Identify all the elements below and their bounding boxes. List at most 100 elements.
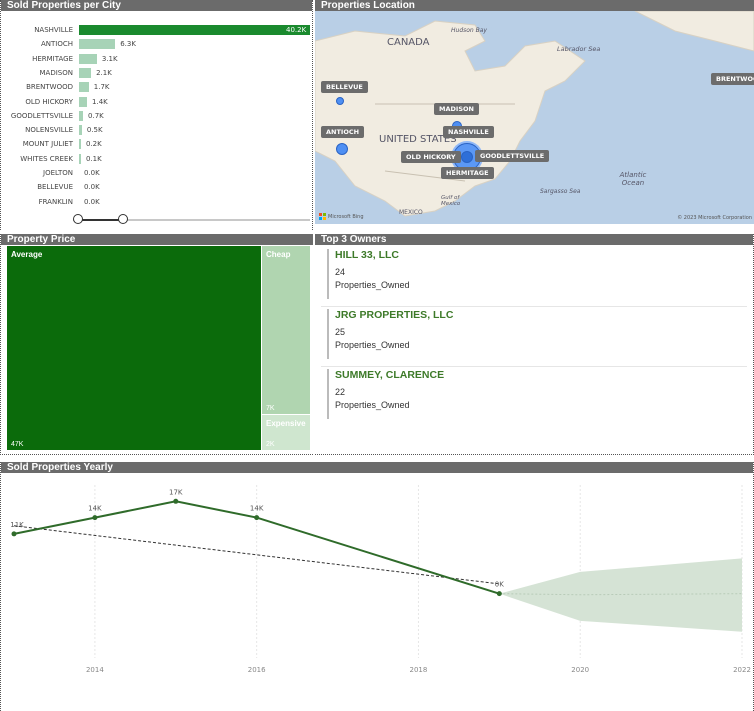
microsoft-logo-icon [319,213,326,220]
data-point [92,515,98,521]
treemap-label: Average [11,250,43,259]
bar-row[interactable]: GOODLETTSVILLE 0.7K [1,110,312,122]
owner-card-body: HILL 33, LLC 24 Properties_Owned [327,249,410,299]
treemap-value: 47K [11,441,24,448]
bar-row[interactable]: NASHVILLE 40.2K [1,24,312,36]
bar-category-label: JOELTON [43,169,73,177]
bar-category-label: BELLEVUE [37,183,73,192]
map-marker-bellevue[interactable] [336,97,344,105]
treemap-average[interactable]: Average 47K [7,246,261,450]
panel-title: Sold Properties per City [1,0,312,11]
map-label-goodlettsville[interactable]: GOODLETTSVILLE [475,150,550,162]
bar[interactable] [79,53,97,64]
forecast-band [499,558,742,632]
map-label-madison[interactable]: MADISON [434,103,479,115]
data-label: 14K [88,505,102,513]
bar-row[interactable]: BELLEVUE 0.0K [1,181,312,193]
bar-category-label: BRENTWOOD [26,83,73,92]
bar[interactable] [79,96,88,107]
bar[interactable] [79,67,92,78]
range-slider[interactable] [73,214,312,226]
bar[interactable] [79,139,81,150]
data-point [173,498,179,504]
slider-handle-max[interactable] [118,214,128,224]
owner-name: HILL 33, LLC [335,249,399,261]
bar-category-label: OLD HICKORY [25,97,73,106]
map-water-label: Gulf of Mexico [441,195,461,207]
bar-row[interactable]: HERMITAGE 3.1K [1,53,312,65]
map-label-brentwood[interactable]: BRENTWOOD [711,73,754,85]
yearly-line-chart[interactable]: 2014 2016 2018 2020 2022 11K 14K 17K 14K 0K [1,473,754,709]
owner-card[interactable]: HILL 33, LLC 24 Properties_Owned [321,247,747,307]
bar-category-label: NOLENSVILLE [25,126,73,135]
data-point [254,515,260,521]
map-label-old-hickory[interactable]: OLD HICKORY [401,151,461,163]
bar[interactable] [79,110,84,121]
bar-value-label: 3.1K [101,54,118,63]
data-point [496,591,502,597]
bar-category-label: MADISON [39,68,73,77]
data-label: 14K [250,505,264,513]
map[interactable]: CANADA UNITED STATES MEXICO Hudson Bay L… [315,11,754,224]
bar-category-label: WHITES CREEK [20,154,73,163]
owner-card-body: JRG PROPERTIES, LLC 25 Properties_Owned [327,309,453,359]
panel-title: Property Price [1,234,313,245]
owner-name: SUMMEY, CLARENCE [335,369,445,381]
bar-category-label: MOUNT JULIET [22,140,73,149]
bar-value-label: 0.0K [84,197,100,206]
yearly-panel: Sold Properties Yearly 2014 2016 2018 2020 2… [0,462,754,711]
bar-category-label: GOODLETTSVILLE [10,111,73,120]
bar-value-label: 1.7K [93,83,110,92]
bar[interactable] [79,39,116,50]
bar-row[interactable]: WHITES CREEK 0.1K [1,153,312,165]
bar-chart[interactable]: NASHVILLE 40.2K ANTIOCH 6.3K HERMITAGE 3.1K MA… [1,24,312,206]
top-owners-panel: Top 3 Owners HILL 33, LLC 24 Properties_… [315,234,754,455]
properties-location-panel: Properties Location CANADA UNITED STATES… [315,0,754,224]
owner-count: 22 [335,387,346,397]
treemap-cheap[interactable]: Cheap 7K [262,246,310,414]
treemap-expensive[interactable]: Expensive 2K [262,415,310,450]
map-label-antioch[interactable]: ANTIOCH [321,126,365,138]
bar-row[interactable]: MADISON 2.1K [1,67,312,79]
bar-row[interactable]: MOUNT JULIET 0.2K [1,138,312,150]
map-region-label: MEXICO [399,209,423,216]
bar-category-label: ANTIOCH [40,40,73,49]
owner-card[interactable]: SUMMEY, CLARENCE 22 Properties_Owned [321,367,747,427]
bar-row[interactable]: ANTIOCH 6.3K [1,38,312,50]
bar[interactable] [79,125,82,136]
data-label: 0K [495,581,504,589]
attribution-text: Microsoft Bing [328,213,364,220]
map-label-nashville[interactable]: NASHVILLE [443,126,494,138]
map-label-hermitage[interactable]: HERMITAGE [441,167,494,179]
bar-value-label: 0.0K [84,169,100,177]
bar-category-label: HERMITAGE [32,54,73,63]
data-point [11,531,17,537]
sold-per-city-panel: Sold Properties per City NASHVILLE 40.2K A… [0,0,313,230]
bar-value-label: 0.7K [88,111,104,120]
map-marker-antioch[interactable] [336,143,348,155]
map-water-label: Sargasso Sea [540,188,581,195]
owner-count: 24 [335,267,346,277]
slider-handle-min[interactable] [73,214,83,224]
bar-value-label: 0.1K [86,154,102,163]
bar-row[interactable]: OLD HICKORY 1.4K [1,96,312,108]
map-water-label: Labrador Sea [557,45,601,53]
panel-title: Top 3 Owners [315,234,753,245]
owner-card-body: SUMMEY, CLARENCE 22 Properties_Owned [327,369,444,419]
bar-row[interactable]: NOLENSVILLE 0.5K [1,124,312,136]
bar-row[interactable]: JOELTON 0.0K [1,167,312,179]
bar-row[interactable]: BRENTWOOD 1.7K [1,81,312,93]
map-attribution: Microsoft Bing [319,213,364,220]
map-label-bellevue[interactable]: BELLEVUE [321,81,368,93]
map-marker-nashville-core[interactable] [461,151,473,163]
treemap-value: 7K [266,405,275,412]
x-tick-label: 2018 [410,666,428,674]
treemap-label: Expensive [266,419,306,428]
bar[interactable] [79,82,89,93]
bar[interactable] [79,153,81,164]
owner-card[interactable]: JRG PROPERTIES, LLC 25 Properties_Owned [321,307,747,367]
bar-row[interactable]: FRANKLIN 0.0K [1,196,312,208]
bar[interactable] [79,25,310,35]
x-tick-label: 2014 [86,666,104,674]
x-tick-label: 2016 [248,666,266,674]
